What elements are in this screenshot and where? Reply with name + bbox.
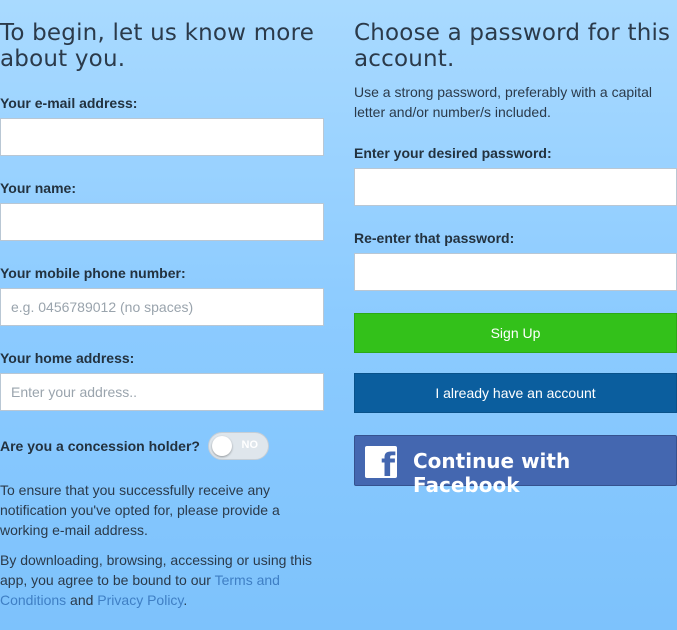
terms-and: and — [66, 592, 98, 608]
phone-field[interactable] — [0, 288, 324, 326]
sign-up-button[interactable]: Sign Up — [354, 313, 677, 353]
password-field[interactable] — [354, 168, 677, 206]
name-field[interactable] — [0, 203, 324, 241]
toggle-knob — [212, 436, 232, 456]
facebook-icon-letter: f — [381, 446, 395, 484]
terms-suffix: . — [183, 592, 188, 608]
facebook-login-button[interactable]: f Continue with Facebook — [354, 435, 677, 497]
phone-label: Your mobile phone number: — [0, 265, 186, 281]
reenter-label: Re-enter that password: — [354, 230, 515, 246]
privacy-link[interactable]: Privacy Policy — [97, 592, 183, 608]
password-label: Enter your desired password: — [354, 145, 552, 161]
email-field[interactable] — [0, 118, 324, 156]
facebook-button-label: Continue with Facebook — [413, 449, 571, 497]
facebook-icon: f — [365, 446, 397, 484]
email-notice: To ensure that you successfully receive … — [0, 482, 280, 538]
email-label: Your e-mail address: — [0, 95, 138, 111]
name-label: Your name: — [0, 180, 76, 196]
password-heading: Choose a password for this account. — [354, 20, 671, 72]
address-label: Your home address: — [0, 350, 135, 366]
profile-heading: To begin, let us know more about you. — [0, 20, 315, 72]
terms-text: By downloading, browsing, accessing or u… — [0, 550, 320, 610]
concession-label: Are you a concession holder? — [0, 438, 200, 454]
concession-toggle[interactable]: NO — [208, 432, 269, 460]
reenter-password-field[interactable] — [354, 253, 677, 291]
address-field[interactable] — [0, 373, 324, 411]
password-hint: Use a strong password, preferably with a… — [354, 84, 653, 120]
toggle-state: NO — [241, 439, 259, 451]
existing-account-button[interactable]: I already have an account — [354, 373, 677, 413]
